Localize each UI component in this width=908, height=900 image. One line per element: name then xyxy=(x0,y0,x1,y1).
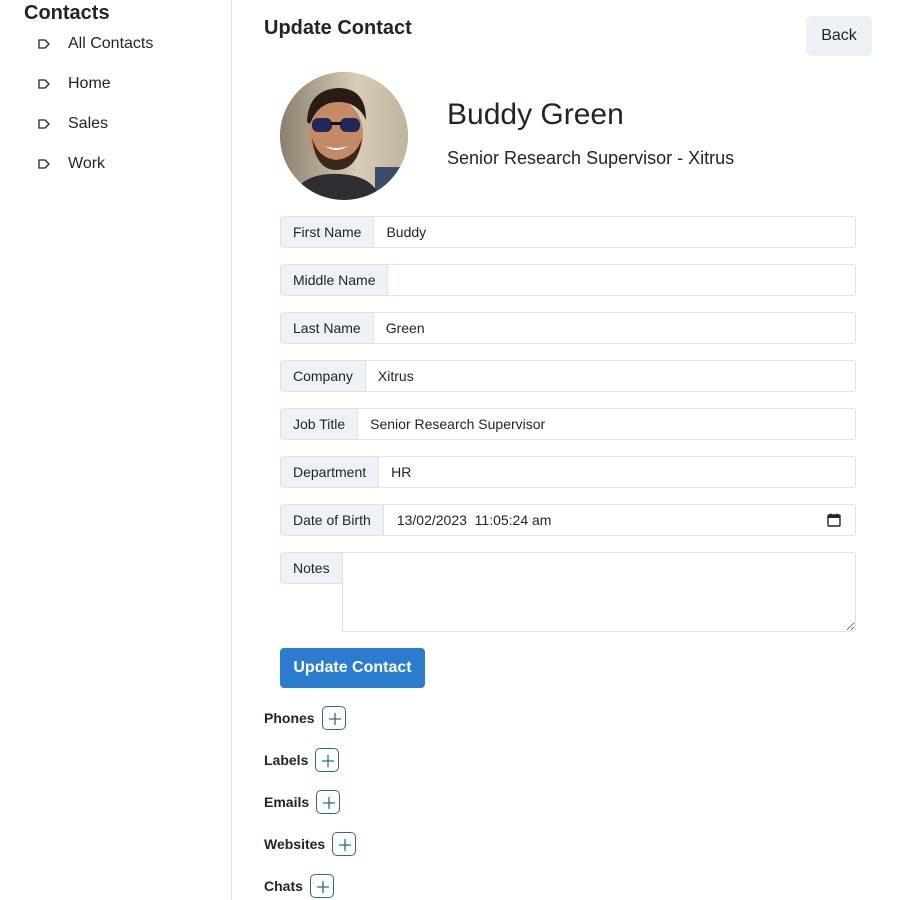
company-input[interactable] xyxy=(364,360,856,392)
plus-icon xyxy=(316,881,329,893)
job-title-row: Job Title xyxy=(280,408,856,440)
sidebar-item-label: Home xyxy=(68,75,111,92)
company-row: Company xyxy=(280,360,856,392)
date-of-birth-label: Date of Birth xyxy=(280,504,383,536)
add-label-button[interactable] xyxy=(315,748,340,772)
notes-label: Notes xyxy=(280,552,342,584)
page-title: Update Contact xyxy=(264,17,412,39)
first-name-input[interactable] xyxy=(373,216,856,248)
plus-icon xyxy=(323,797,336,809)
sidebar-title: Contacts xyxy=(24,2,110,24)
emails-label: Emails xyxy=(264,794,310,810)
phones-section: Phones xyxy=(264,705,346,731)
labels-label: Labels xyxy=(264,752,309,768)
last-name-row: Last Name xyxy=(280,312,856,344)
tag-icon xyxy=(38,39,50,49)
phones-label: Phones xyxy=(264,710,315,726)
first-name-label: First Name xyxy=(280,216,374,248)
first-name-row: First Name xyxy=(280,216,856,248)
add-email-button[interactable] xyxy=(316,790,341,814)
labels-section: Labels xyxy=(264,747,340,773)
sidebar-item-label: Work xyxy=(68,155,106,172)
back-button[interactable]: Back xyxy=(806,16,872,56)
websites-label: Websites xyxy=(264,836,326,852)
add-website-button[interactable] xyxy=(332,832,357,856)
sidebar-list: All Contacts Home Sales Work xyxy=(0,30,231,190)
department-label: Department xyxy=(280,456,379,488)
sidebar-item-all-contacts[interactable]: All Contacts xyxy=(0,30,231,70)
avatar xyxy=(280,72,408,200)
company-label: Company xyxy=(280,360,365,392)
date-of-birth-input[interactable]: 13/02/2023 11:05:24 am xyxy=(382,504,856,536)
avatar-photo xyxy=(280,72,408,200)
calendar-icon[interactable] xyxy=(827,513,841,527)
websites-section: Websites xyxy=(264,831,357,857)
date-of-birth-value: 13/02/2023 11:05:24 am xyxy=(396,512,552,528)
sidebar-item-work[interactable]: Work xyxy=(0,150,231,190)
job-title-input[interactable] xyxy=(357,408,856,440)
tag-icon xyxy=(38,119,50,129)
contact-name: Buddy Green xyxy=(447,98,624,131)
sidebar-item-home[interactable]: Home xyxy=(0,70,231,110)
job-title-label: Job Title xyxy=(280,408,358,440)
plus-icon xyxy=(328,713,341,725)
main-content: Update Contact Back Buddy Green Senior R… xyxy=(232,0,908,900)
contact-subtitle: Senior Research Supervisor - Xitrus xyxy=(447,148,735,168)
add-chat-button[interactable] xyxy=(309,874,334,898)
sidebar-item-sales[interactable]: Sales xyxy=(0,110,231,150)
department-row: Department xyxy=(280,456,856,488)
notes-row: Notes xyxy=(280,552,856,632)
department-input[interactable] xyxy=(378,456,856,488)
add-phone-button[interactable] xyxy=(321,706,346,730)
date-of-birth-row: Date of Birth 13/02/2023 11:05:24 am xyxy=(280,504,856,536)
chats-label: Chats xyxy=(264,878,303,894)
chats-section: Chats xyxy=(264,873,334,899)
sidebar: Contacts All Contacts Home Sales Work xyxy=(0,0,232,900)
plus-icon xyxy=(339,839,352,851)
plus-icon xyxy=(322,755,335,767)
sidebar-item-label: Sales xyxy=(68,115,109,132)
emails-section: Emails xyxy=(264,789,341,815)
tag-icon xyxy=(38,159,50,169)
tag-icon xyxy=(38,79,50,89)
middle-name-label: Middle Name xyxy=(280,264,388,296)
middle-name-input[interactable] xyxy=(387,264,856,296)
middle-name-row: Middle Name xyxy=(280,264,856,296)
sidebar-item-label: All Contacts xyxy=(68,35,154,52)
last-name-input[interactable] xyxy=(372,312,856,344)
last-name-label: Last Name xyxy=(280,312,373,344)
notes-textarea[interactable] xyxy=(341,552,856,632)
update-contact-button[interactable]: Update Contact xyxy=(280,648,425,688)
